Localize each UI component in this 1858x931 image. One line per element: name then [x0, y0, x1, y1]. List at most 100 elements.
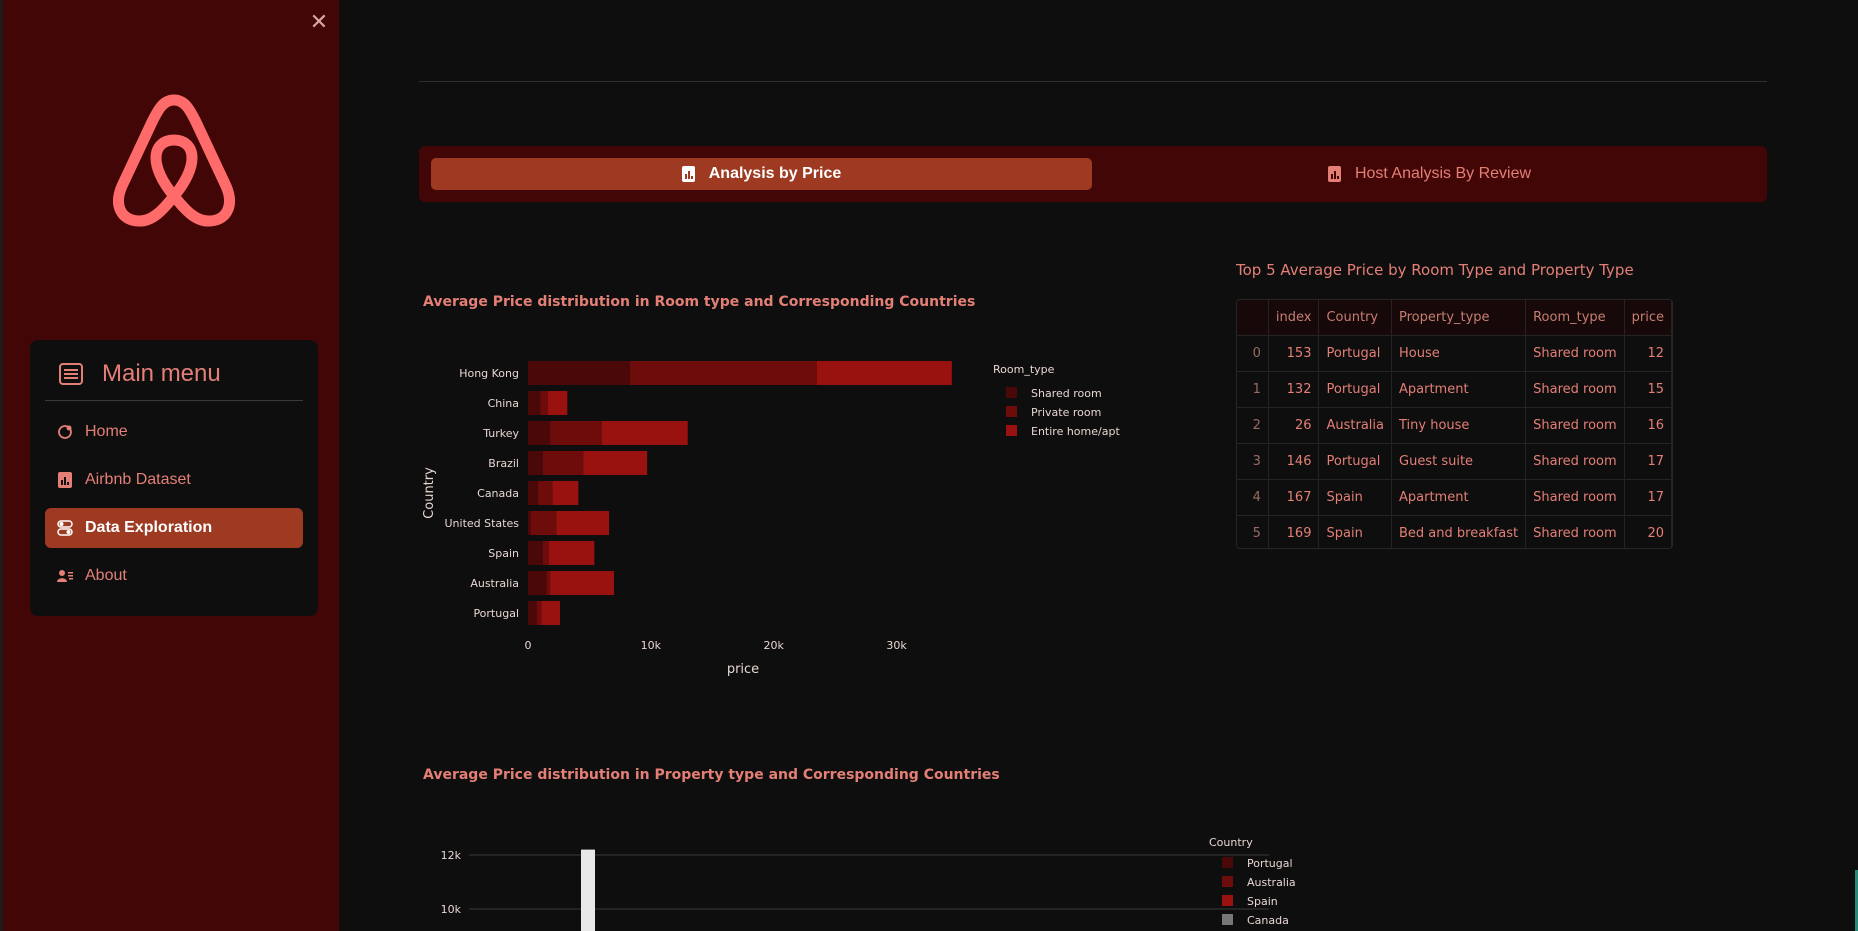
table-cell[interactable]: 132: [1268, 371, 1320, 408]
bar-segment: [528, 511, 531, 535]
legend-swatch: [1222, 857, 1233, 868]
legend-swatch: [1006, 425, 1017, 436]
bar-segment: [530, 511, 557, 535]
sidebar-item-label: Airbnb Dataset: [85, 471, 191, 488]
table-cell[interactable]: Shared room: [1525, 407, 1625, 444]
bar-segment: [552, 481, 579, 505]
legend-label: Entire home/apt: [1031, 425, 1120, 438]
sidebar-item-label: About: [85, 567, 127, 584]
tab-bar: Analysis by Price Host Analysis By Revie…: [419, 146, 1767, 202]
table-row: 4 167 Spain Apartment Shared room 17: [1237, 479, 1672, 516]
table-cell[interactable]: 15: [1624, 371, 1672, 408]
table-cell[interactable]: 3: [1237, 443, 1269, 480]
table-cell[interactable]: 16: [1624, 407, 1672, 444]
table-cell[interactable]: 17: [1624, 443, 1672, 480]
bar-segment: [528, 391, 541, 415]
y-tick-label: Turkey: [482, 427, 519, 440]
bar-segment: [816, 361, 952, 385]
sidebar-item-airbnb-dataset[interactable]: Airbnb Dataset: [45, 460, 303, 500]
table-cell[interactable]: 26: [1268, 407, 1320, 444]
table-cell[interactable]: 2: [1237, 407, 1269, 444]
table-cell[interactable]: 4: [1237, 479, 1269, 516]
legend-swatch: [1222, 876, 1233, 887]
table-cell[interactable]: Tiny house: [1391, 407, 1527, 444]
table-cell[interactable]: Shared room: [1525, 335, 1625, 372]
bar-segment: [629, 361, 817, 385]
bar-segment: [546, 571, 551, 595]
bar-segment: [528, 541, 543, 565]
menu-divider: [45, 400, 303, 401]
column-header[interactable]: Property_type: [1391, 300, 1527, 336]
table-cell[interactable]: 0: [1237, 335, 1269, 372]
table-cell[interactable]: House: [1391, 335, 1527, 372]
bar-segment: [547, 391, 568, 415]
column-header[interactable]: index: [1268, 300, 1320, 336]
column-header[interactable]: price: [1624, 300, 1672, 336]
y-tick-label: Hong Kong: [459, 367, 519, 380]
legend-label: Spain: [1247, 895, 1278, 908]
table-cell[interactable]: Shared room: [1525, 371, 1625, 408]
table-cell[interactable]: Australia: [1318, 407, 1392, 444]
bar-segment: [540, 391, 548, 415]
bar-segment: [528, 571, 547, 595]
table-row: 0 153 Portugal House Shared room 12: [1237, 335, 1672, 372]
sidebar: ✕ Main menu Home Airbnb Dataset Data Exp…: [0, 0, 339, 931]
bar-segment: [541, 601, 560, 625]
sidebar-item-home[interactable]: Home: [45, 412, 303, 452]
table-cell[interactable]: Shared room: [1525, 479, 1625, 516]
legend-label: Canada: [1247, 914, 1289, 927]
table-row: 1 132 Portugal Apartment Shared room 15: [1237, 371, 1672, 408]
table-cell[interactable]: 146: [1268, 443, 1320, 480]
x-tick-label: 20k: [764, 639, 785, 652]
x-axis-title: price: [727, 662, 759, 677]
legend-label: Shared room: [1031, 387, 1102, 400]
tab-analysis-by-price[interactable]: Analysis by Price: [431, 158, 1092, 190]
legend-swatch: [1222, 914, 1233, 925]
close-icon[interactable]: ✕: [309, 11, 329, 33]
sidebar-item-about[interactable]: About: [45, 556, 303, 596]
table-cell[interactable]: 20: [1624, 515, 1672, 548]
column-header[interactable]: [1237, 300, 1269, 336]
table-cell[interactable]: Apartment: [1391, 371, 1527, 408]
table-cell[interactable]: Shared room: [1525, 443, 1625, 480]
table-cell[interactable]: 169: [1268, 515, 1320, 548]
table-cell[interactable]: 5: [1237, 515, 1269, 548]
table-row: 5 169 Spain Bed and breakfast Shared roo…: [1237, 515, 1672, 548]
tab-host-analysis-by-review[interactable]: Host Analysis By Review: [1104, 158, 1755, 190]
toggles-icon: [45, 520, 85, 536]
table-cell[interactable]: 17: [1624, 479, 1672, 516]
bar-segment: [528, 361, 630, 385]
table-cell[interactable]: 1: [1237, 371, 1269, 408]
header-divider: [419, 81, 1767, 82]
table-cell[interactable]: Bed and breakfast: [1391, 515, 1527, 548]
table-row: 3 146 Portugal Guest suite Shared room 1…: [1237, 443, 1672, 480]
table-cell[interactable]: Spain: [1318, 515, 1392, 548]
y-tick-label: Canada: [477, 487, 519, 500]
table-cell[interactable]: 167: [1268, 479, 1320, 516]
y-tick-label: China: [488, 397, 519, 410]
chart2-title: Average Price distribution in Property t…: [423, 767, 1000, 783]
table-cell[interactable]: 153: [1268, 335, 1320, 372]
bar-chart-icon: [1327, 166, 1341, 182]
table-cell[interactable]: Shared room: [1525, 515, 1625, 548]
bar-segment: [528, 451, 543, 475]
column-header[interactable]: Country: [1318, 300, 1392, 336]
table-cell[interactable]: Portugal: [1318, 335, 1392, 372]
table-cell[interactable]: Portugal: [1318, 443, 1392, 480]
table-cell[interactable]: Spain: [1318, 479, 1392, 516]
bar-segment: [536, 601, 542, 625]
bar-segment: [581, 849, 595, 931]
menu-title-label: Main menu: [102, 360, 221, 387]
column-header[interactable]: Room_type: [1525, 300, 1625, 336]
table-cell[interactable]: Portugal: [1318, 371, 1392, 408]
bar-segment: [542, 451, 584, 475]
menu-title: Main menu: [58, 354, 221, 394]
table-cell[interactable]: 12: [1624, 335, 1672, 372]
table-cell[interactable]: Apartment: [1391, 479, 1527, 516]
sidebar-item-data-exploration[interactable]: Data Exploration: [45, 508, 303, 548]
table-cell[interactable]: Guest suite: [1391, 443, 1527, 480]
bar-chart-icon: [681, 166, 695, 182]
bar-segment: [550, 421, 602, 445]
sidebar-item-label: Data Exploration: [85, 519, 213, 536]
legend-title: Room_type: [993, 363, 1055, 376]
